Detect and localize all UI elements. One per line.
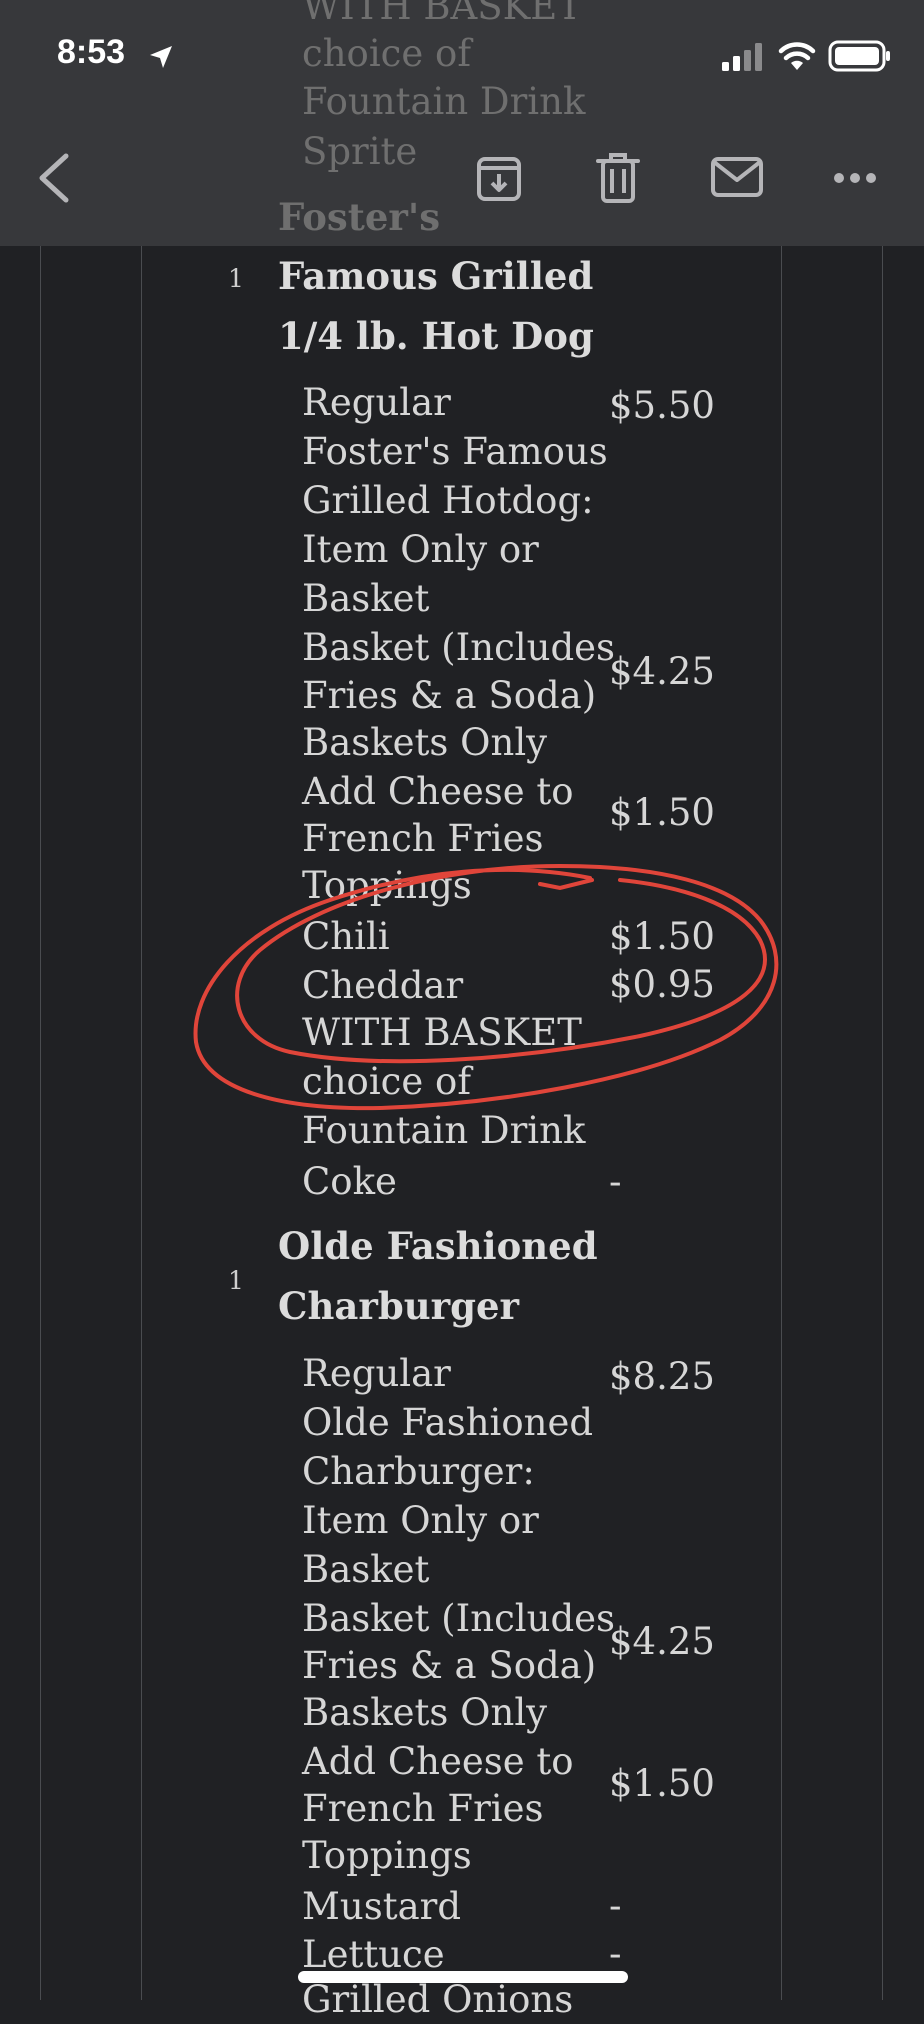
status-time: 8:53	[57, 33, 126, 71]
scrolled-text: Foster's	[278, 195, 441, 239]
wifi-icon	[778, 42, 816, 70]
mail-toolbar: WITH BASKET choice of Fountain Drink Spr…	[0, 0, 924, 246]
scrolled-text: Fountain Drink	[302, 80, 586, 123]
scrolled-text: choice of	[302, 32, 472, 75]
trash-button[interactable]	[595, 152, 641, 204]
signal-icon	[722, 43, 762, 71]
annotation-circle	[193, 864, 779, 1111]
location-arrow-icon	[150, 46, 172, 68]
battery-icon	[828, 40, 890, 72]
back-button[interactable]	[34, 150, 72, 206]
scrolled-text: WITH BASKET	[302, 0, 582, 28]
archive-button[interactable]	[474, 154, 524, 204]
scrolled-text: Sprite	[302, 130, 418, 173]
more-button[interactable]	[832, 168, 878, 188]
home-indicator[interactable]	[298, 1971, 628, 1983]
mail-button[interactable]	[710, 156, 764, 198]
